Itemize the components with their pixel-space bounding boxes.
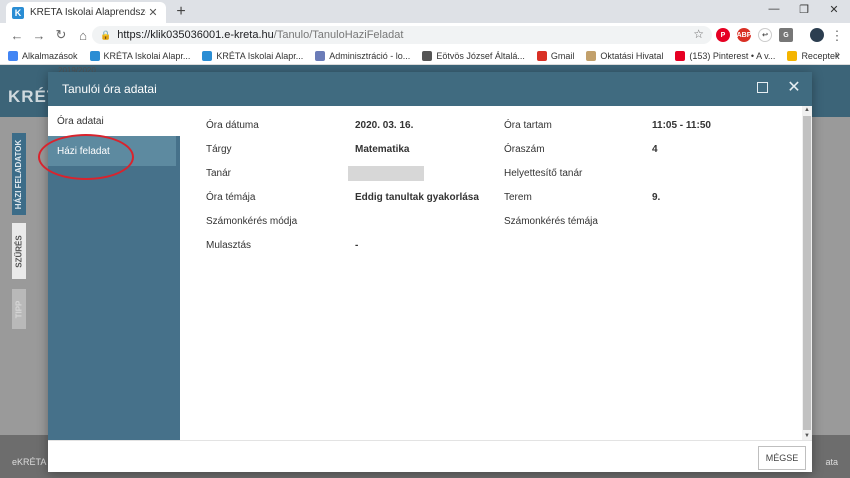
forward-icon[interactable]: → [28,28,50,43]
g-extension-icon[interactable]: G [779,28,793,42]
nav-item-lesson-data[interactable]: Óra adatai [48,106,180,136]
adblock-extension-icon[interactable]: ABP [737,28,751,42]
label-assessment-topic: Számonkérés témája [504,216,598,227]
url-path: /Tanulo/TanuloHaziFeladat [273,29,404,41]
footer-brand: eKRÉTA [12,457,47,467]
modal-footer: MÉGSE [48,440,812,472]
bookmark-label: Adminisztráció - lo... [329,50,411,61]
cancel-button[interactable]: MÉGSE [758,446,806,470]
label-period-number: Óraszám [504,144,545,155]
lesson-details-panel: Óra dátuma 2020. 03. 16. Tárgy Matematik… [180,106,802,440]
close-icon[interactable]: ✕ [786,78,802,98]
bookmark-label: KRÉTA Iskolai Alapr... [216,50,304,61]
bookmark-label: Alkalmazások [22,50,78,61]
bookmark-item[interactable]: (153) Pinterest • A v... [675,50,776,61]
browser-toolbar: ← → ↻ ⌂ 🔒 https://klik035036001.e-kreta.… [0,23,850,47]
apps-icon [8,50,18,61]
value-room: 9. [652,192,661,203]
extension-icon[interactable]: ↩ [758,28,772,42]
side-tab-filter[interactable]: SZŰRÉS [12,223,26,279]
nav-item-label: Házi feladat [57,145,110,157]
value-absence: - [355,240,359,251]
scroll-down-icon[interactable]: ▼ [802,433,812,439]
modal-title: Tanulói óra adatai [62,82,157,96]
label-lesson-topic: Óra témája [206,192,256,203]
value-lesson-duration: 11:05 - 11:50 [652,120,711,131]
globe-icon [422,50,433,61]
label-assessment-method: Számonkérés módja [206,216,298,227]
side-tab-tip[interactable]: TIPP [12,289,26,329]
side-tab-label: HÁZI FELADATOK [14,139,24,209]
address-bar[interactable]: 🔒 https://klik035036001.e-kreta.hu/Tanul… [92,26,712,44]
value-lesson-date: 2020. 03. 16. [355,120,414,131]
pinterest-extension-icon[interactable]: P [716,28,730,42]
lesson-details-modal: Tanulói óra adatai ✕ Óra adatai Házi fel… [48,72,812,472]
bookmark-star-icon[interactable]: ☆ [693,27,704,41]
bookmark-item[interactable]: Gmail [536,50,575,61]
scroll-thumb[interactable] [803,116,811,430]
scroll-up-icon[interactable]: ▲ [802,107,812,113]
value-subject: Matematika [355,144,410,155]
bookmark-label: Eötvös József Általá... [436,50,525,61]
label-substitute-teacher: Helyettesítő tanár [504,168,583,179]
bookmark-label: KRÉTA Iskolai Alapr... [103,50,191,61]
url-text: https://klik035036001.e-kreta.hu/Tanulo/… [117,29,403,41]
kreta-icon [202,50,213,61]
label-teacher: Tanár [206,168,232,179]
label-lesson-duration: Óra tartam [504,120,552,131]
nav-item-homework[interactable]: Házi feladat [48,136,176,166]
label-absence: Mulasztás [206,240,252,251]
modal-header: Tanulói óra adatai ✕ [48,72,812,106]
pinterest-icon [675,50,686,61]
home-icon[interactable]: ⌂ [72,28,94,43]
bookmarks-more-icon[interactable]: » [834,49,840,60]
admin-icon [315,50,326,61]
folder-icon [787,50,798,61]
side-tab-label: TIPP [14,300,24,318]
window-close-icon[interactable]: ✕ [824,3,844,16]
reload-icon[interactable]: ↻ [50,27,72,43]
label-subject: Tárgy [206,144,232,155]
tab-title: KRÉTA Iskolai Alaprendszer [30,7,146,18]
tab-close-icon[interactable]: ✕ [146,6,160,19]
profile-avatar[interactable] [810,28,824,42]
bookmark-label: Gmail [550,50,575,61]
new-tab-button[interactable]: + [172,3,190,21]
back-icon[interactable]: ← [6,28,28,43]
modal-scrollbar[interactable]: ▲ ▼ [802,106,812,440]
label-room: Terem [504,192,532,203]
value-lesson-topic: Eddig tanultak gyakorlása [355,192,479,203]
label-lesson-date: Óra dátuma [206,120,259,131]
lock-icon: 🔒 [100,29,112,40]
bookmark-item[interactable]: Eötvös József Általá... [422,50,525,61]
browser-tab[interactable]: K KRÉTA Iskolai Alaprendszer ✕ [6,2,166,23]
teacher-name-redacted [348,166,424,181]
bookmarks-bar: Alkalmazások KRÉTA Iskolai Alapr... KRÉTA … [0,47,850,65]
value-period-number: 4 [652,144,658,155]
kreta-icon [89,50,100,61]
bookmark-label: (153) Pinterest • A v... [689,50,776,61]
bookmark-item[interactable]: Receptek [787,50,839,61]
side-tab-homework[interactable]: HÁZI FELADATOK [12,133,26,215]
gmail-icon [536,50,547,61]
footer-text-right: ata [825,457,838,467]
modal-side-nav: Óra adatai Házi feladat [48,106,180,440]
nav-item-label: Óra adatai [57,115,104,127]
oh-icon [586,50,597,61]
side-tab-label: SZŰRÉS [14,234,24,268]
kreta-favicon-icon: K [12,6,24,19]
bookmark-item[interactable]: KRÉTA Iskolai Alapr... [89,50,191,61]
bookmark-item[interactable]: Oktatási Hivatal [586,50,664,61]
bookmark-item[interactable]: Alkalmazások [8,50,78,61]
maximize-icon[interactable] [757,82,768,93]
menu-icon[interactable]: ⋮ [826,28,848,44]
restore-icon[interactable]: ❐ [794,3,814,16]
url-host: https://klik035036001.e-kreta.hu [117,29,274,41]
browser-tab-strip: K KRÉTA Iskolai Alaprendszer ✕ + — ❐ ✕ [0,0,850,23]
bookmark-label: Oktatási Hivatal [600,50,664,61]
bookmark-item[interactable]: KRÉTA Iskolai Alapr... [202,50,304,61]
bookmark-item[interactable]: Adminisztráció - lo... [315,50,411,61]
minimize-icon[interactable]: — [764,3,784,15]
